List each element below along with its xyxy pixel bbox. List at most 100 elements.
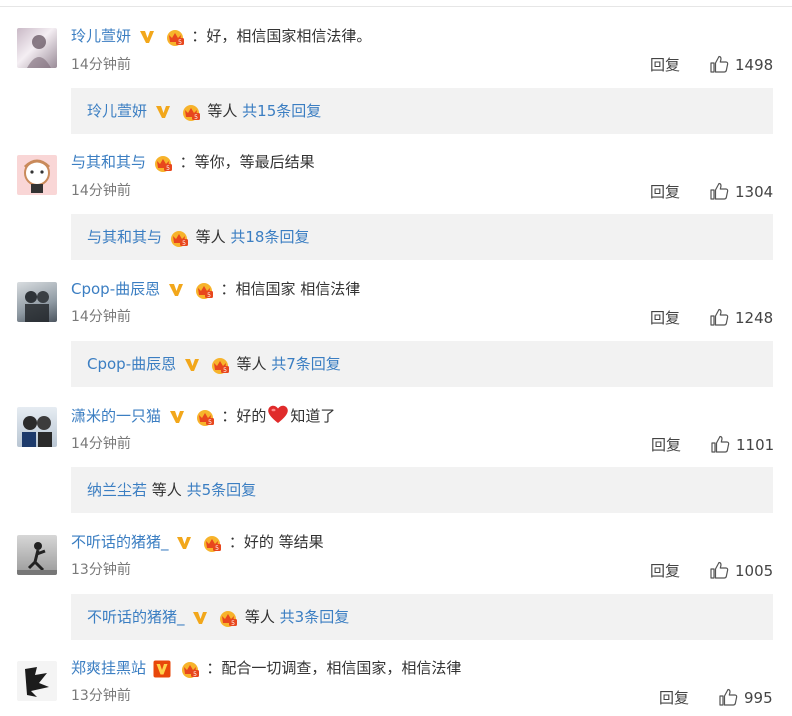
vip-crown-icon[interactable]: 5 xyxy=(194,407,216,427)
avatar-image xyxy=(25,291,49,322)
avatar[interactable] xyxy=(17,282,57,322)
reply-button[interactable]: 回复 xyxy=(650,561,680,581)
sub-replies-box[interactable]: 与其和其与 5 等人 共18条回复 xyxy=(71,214,773,260)
view-all-replies-link[interactable]: 共5条回复 xyxy=(187,481,257,499)
verified-v-icon[interactable] xyxy=(175,534,193,552)
comment-time: 14分钟前 xyxy=(71,57,131,73)
vip-crown-icon[interactable]: 5 xyxy=(164,27,186,47)
verified-v-icon[interactable] xyxy=(167,281,185,299)
comment-separator: ： xyxy=(191,27,207,45)
svg-text:5: 5 xyxy=(215,545,219,552)
like-button[interactable]: 1304 xyxy=(710,182,773,202)
comment-header: 与其和其与 5 ：等你，等最后结果 xyxy=(71,151,315,173)
avatar-image xyxy=(17,542,57,575)
avatar[interactable] xyxy=(17,155,57,195)
comment-time: 14分钟前 xyxy=(71,183,131,199)
thumbs-up-icon xyxy=(719,688,738,706)
like-count: 1304 xyxy=(735,183,774,201)
comment-header: 郑爽挂黑站 5 ：配合一切调查，相信国家，相信法律 xyxy=(71,657,461,679)
verified-v-icon xyxy=(184,358,199,371)
sub-replies-box[interactable]: 玲儿萱妍 5 等人 共15条回复 xyxy=(71,88,773,134)
sub-reply-username[interactable]: 纳兰尘若 xyxy=(87,481,147,499)
sub-reply-username[interactable]: Cpop-曲辰恩 xyxy=(87,355,176,373)
like-count: 1248 xyxy=(735,309,774,327)
comment-header: 潇米的一只猫 5 ：好的 知道了 xyxy=(71,404,335,426)
comment-text-after: 知道了 xyxy=(290,407,336,425)
sub-reply-username[interactable]: 不听话的猪猪_ xyxy=(87,608,185,626)
comment-text-before: 好的 xyxy=(236,407,267,425)
username-link[interactable]: 潇米的一只猫 xyxy=(71,407,161,425)
sub-replies-box[interactable]: Cpop-曲辰恩 5 等人 共7条回复 xyxy=(71,341,773,387)
avatar-image xyxy=(22,416,52,447)
comment-header: 玲儿萱妍 5 ：好，相信国家相信法律。 xyxy=(71,25,371,47)
username-link[interactable]: 与其和其与 xyxy=(71,153,146,171)
svg-text:5: 5 xyxy=(182,240,186,247)
vip-crown-icon: 5 xyxy=(170,230,188,247)
view-all-replies-link[interactable]: 共15条回复 xyxy=(242,102,321,120)
sub-replies-line: Cpop-曲辰恩 5 等人 共7条回复 xyxy=(87,353,341,375)
reply-button[interactable]: 回复 xyxy=(651,435,681,455)
thumbs-up-icon xyxy=(710,308,729,326)
thumbs-up-icon xyxy=(711,435,730,453)
vip-crown-icon[interactable]: 5 xyxy=(193,280,215,300)
sub-replies-box[interactable]: 不听话的猪猪_ 5 等人 共3条回复 xyxy=(71,594,773,640)
svg-text:5: 5 xyxy=(208,419,212,426)
like-button[interactable]: 995 xyxy=(719,688,773,708)
vip-crown-icon: 5 xyxy=(220,610,238,627)
thumbs-up-icon xyxy=(710,55,729,73)
like-count: 995 xyxy=(744,689,773,707)
sub-reply-username[interactable]: 玲儿萱妍 xyxy=(87,102,147,120)
like-button[interactable]: 1248 xyxy=(710,308,773,328)
like-button[interactable]: 1101 xyxy=(711,435,774,455)
reply-button[interactable]: 回复 xyxy=(650,55,680,75)
vip-crown-icon[interactable]: 5 xyxy=(179,659,201,679)
comment-header: Cpop-曲辰恩 5 ：相信国家 相信法律 xyxy=(71,278,360,300)
avatar[interactable] xyxy=(17,661,57,701)
avatar[interactable] xyxy=(17,28,57,68)
avatar[interactable] xyxy=(17,535,57,575)
heart-emoji-icon xyxy=(268,405,289,423)
sub-reply-etc: 等人 xyxy=(244,608,275,626)
avatar-image xyxy=(25,667,49,697)
avatar-image xyxy=(23,159,51,193)
thumbs-up-icon xyxy=(710,182,729,200)
vip-crown-icon[interactable]: 5 xyxy=(152,153,174,173)
sub-reply-username[interactable]: 与其和其与 xyxy=(87,228,162,246)
comment-time: 13分钟前 xyxy=(71,562,131,578)
verified-v-icon xyxy=(155,105,170,118)
username-link[interactable]: Cpop-曲辰恩 xyxy=(71,280,160,298)
like-count: 1005 xyxy=(735,562,774,580)
vip-crown-icon: 5 xyxy=(182,104,200,121)
sub-reply-etc: 等人 xyxy=(151,481,182,499)
like-button[interactable]: 1498 xyxy=(710,55,773,75)
verified-v-icon[interactable] xyxy=(138,28,156,46)
view-all-replies-link[interactable]: 共18条回复 xyxy=(230,228,309,246)
view-all-replies-link[interactable]: 共3条回复 xyxy=(280,608,350,626)
verified-v-icon[interactable] xyxy=(168,408,186,426)
svg-text:5: 5 xyxy=(194,114,198,121)
sub-reply-etc: 等人 xyxy=(236,355,267,373)
comment-separator: ： xyxy=(228,533,244,551)
like-button[interactable]: 1005 xyxy=(710,561,773,581)
reply-button[interactable]: 回复 xyxy=(650,182,680,202)
verified-v-icon[interactable] xyxy=(153,660,171,678)
sub-replies-box[interactable]: 纳兰尘若 等人 共5条回复 xyxy=(71,467,773,513)
comment-text: 好的 等结果 xyxy=(243,533,324,551)
view-all-replies-link[interactable]: 共7条回复 xyxy=(271,355,341,373)
username-link[interactable]: 不听话的猪猪_ xyxy=(71,533,169,551)
comment-time: 14分钟前 xyxy=(71,436,131,452)
thumbs-up-icon xyxy=(710,561,729,579)
avatar[interactable] xyxy=(17,407,57,447)
sub-replies-line: 玲儿萱妍 5 等人 共15条回复 xyxy=(87,100,321,122)
username-link[interactable]: 郑爽挂黑站 xyxy=(71,659,146,677)
comment-time: 13分钟前 xyxy=(71,688,131,704)
svg-text:5: 5 xyxy=(223,367,227,374)
avatar-image xyxy=(27,35,51,68)
top-divider xyxy=(0,0,792,7)
comment-text: 等你，等最后结果 xyxy=(194,153,315,171)
reply-button[interactable]: 回复 xyxy=(650,308,680,328)
username-link[interactable]: 玲儿萱妍 xyxy=(71,27,131,45)
vip-crown-icon[interactable]: 5 xyxy=(201,533,223,553)
reply-button[interactable]: 回复 xyxy=(659,688,689,708)
comment-separator: ： xyxy=(220,280,236,298)
